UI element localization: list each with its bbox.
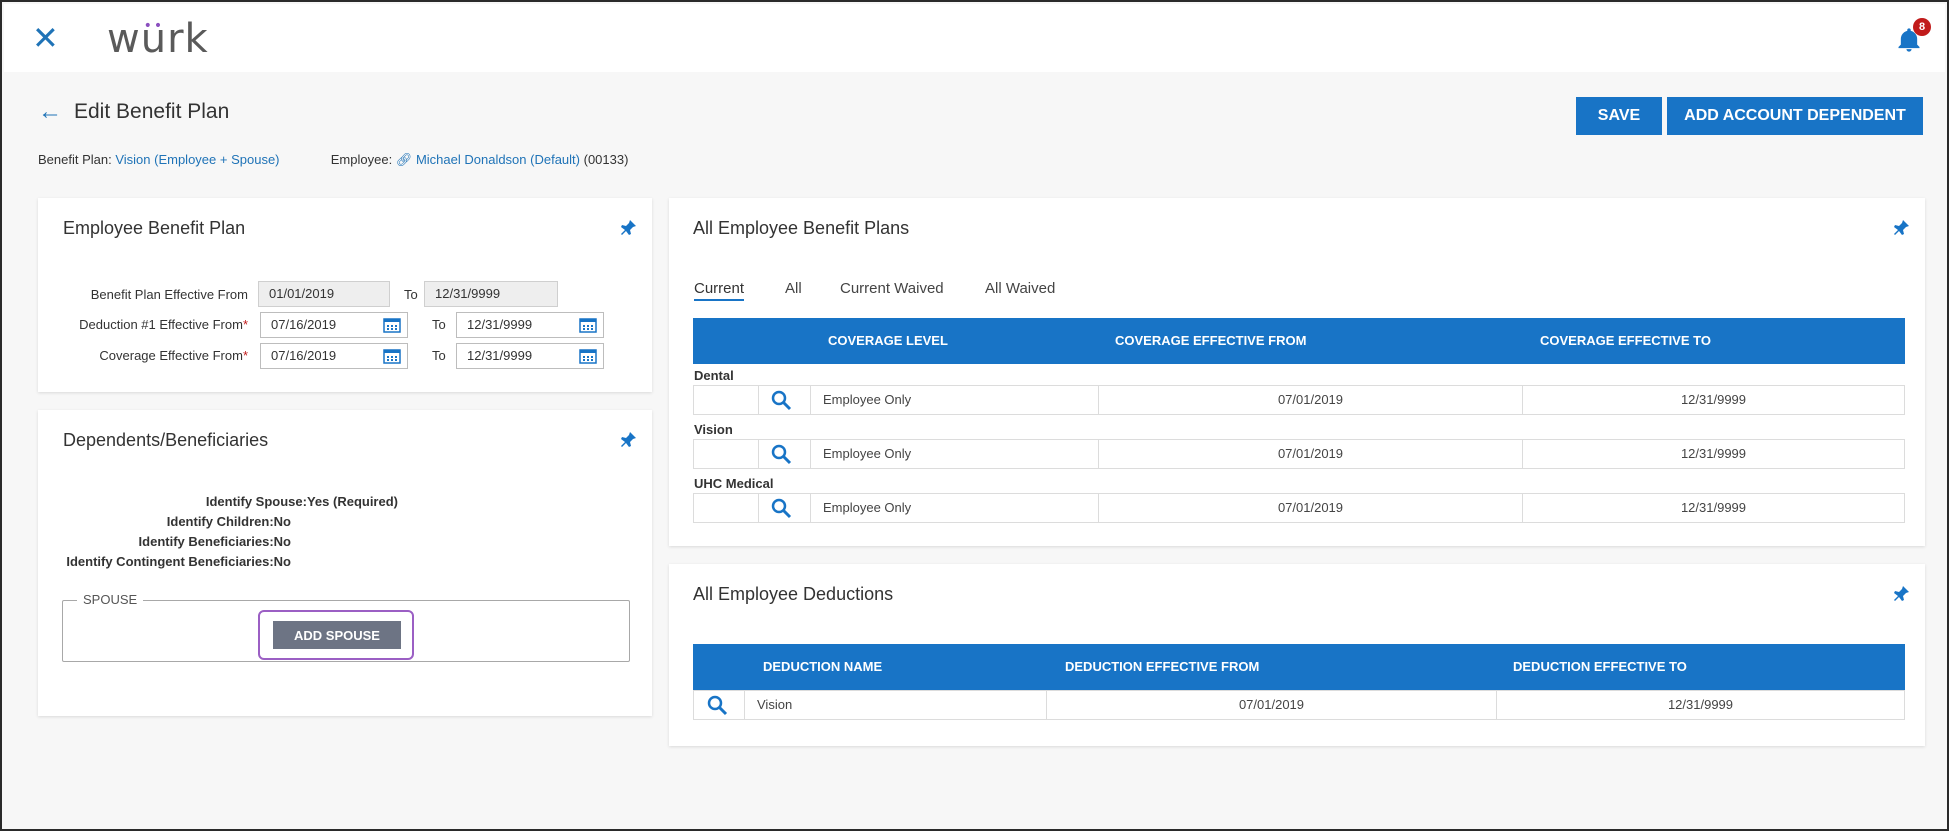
column-header[interactable]: DEDUCTION NAME <box>763 659 882 674</box>
page-title: Edit Benefit Plan <box>74 100 230 123</box>
coverage-effective-from-input[interactable]: 07/16/2019 <box>260 343 408 369</box>
collapse-pin-icon[interactable] <box>1891 218 1911 238</box>
identify-spouse-line: Identify Spouse:Yes (Required) <box>205 494 398 509</box>
coverage-effective-label: Coverage Effective From* <box>99 348 248 363</box>
spouse-fieldset: SPOUSE ADD SPOUSE <box>62 592 630 662</box>
card-title: All Employee Benefit Plans <box>693 218 910 238</box>
group-label-vision: Vision <box>694 422 733 437</box>
collapse-pin-icon[interactable] <box>1891 584 1911 604</box>
column-header[interactable]: COVERAGE LEVEL <box>828 333 948 348</box>
tab-all[interactable]: All <box>785 280 802 297</box>
coverage-effective-to-input[interactable]: 12/31/9999 <box>456 343 604 369</box>
to-label: To <box>404 287 418 302</box>
deduction-effective-from-input[interactable]: 07/16/2019 <box>260 312 408 338</box>
wurk-logo: wu •• rk <box>107 16 209 62</box>
calendar-icon[interactable] <box>579 317 597 333</box>
deduction-name-cell: Vision <box>744 691 1096 719</box>
link-icon: 🔗︎ <box>395 152 413 167</box>
cell-spacer <box>758 386 759 414</box>
identify-contingent-beneficiaries-line: Identify Contingent Beneficiaries:No <box>66 554 291 569</box>
deduction-to-cell: 12/31/9999 <box>1496 691 1904 719</box>
calendar-icon[interactable] <box>383 348 401 364</box>
benefit-plan-link[interactable]: Vision (Employee + Spouse) <box>115 152 279 167</box>
table-row: Employee Only 07/01/2019 12/31/9999 <box>693 439 1905 469</box>
tab-current-waived[interactable]: Current Waived <box>840 280 944 297</box>
add-account-dependent-button[interactable]: ADD ACCOUNT DEPENDENT <box>1667 97 1923 135</box>
coverage-level-cell: Employee Only <box>810 386 1098 414</box>
employee-benefit-plan-card: Employee Benefit Plan Benefit Plan Effec… <box>38 198 652 392</box>
cell-spacer <box>758 494 759 522</box>
add-spouse-button[interactable]: ADD SPOUSE <box>273 621 401 649</box>
column-header[interactable]: COVERAGE EFFECTIVE TO <box>1540 333 1711 348</box>
benefit-plan-effective-label: Benefit Plan Effective From <box>90 287 248 302</box>
table-row: Employee Only 07/01/2019 12/31/9999 <box>693 493 1905 523</box>
search-icon[interactable] <box>770 497 792 519</box>
employee-id: (00133) <box>583 152 629 167</box>
search-icon[interactable] <box>706 694 728 716</box>
card-title: Employee Benefit Plan <box>63 218 246 238</box>
column-header[interactable]: COVERAGE EFFECTIVE FROM <box>1115 333 1306 348</box>
coverage-to-cell: 12/31/9999 <box>1522 440 1904 468</box>
coverage-from-cell: 07/01/2019 <box>1098 386 1522 414</box>
identify-beneficiaries-line: Identify Beneficiaries:No <box>138 534 291 549</box>
notification-count-badge: 8 <box>1913 18 1931 36</box>
search-icon[interactable] <box>770 389 792 411</box>
notifications-bell[interactable]: 8 <box>1895 18 1931 54</box>
identify-children-line: Identify Children:No <box>166 514 291 529</box>
column-header[interactable]: DEDUCTION EFFECTIVE TO <box>1513 659 1687 674</box>
cell-spacer <box>758 440 759 468</box>
calendar-icon[interactable] <box>579 348 597 364</box>
to-label: To <box>432 317 446 332</box>
coverage-to-cell: 12/31/9999 <box>1522 494 1904 522</box>
dependents-beneficiaries-card: Dependents/Beneficiaries Identify Spouse… <box>38 410 652 716</box>
coverage-from-cell: 07/01/2019 <box>1098 440 1522 468</box>
employee-label: Employee: <box>330 152 393 167</box>
benefit-plan-effective-to-field: 12/31/9999 <box>424 281 558 307</box>
all-employee-deductions-card: All Employee Deductions DEDUCTION NAME D… <box>669 564 1925 746</box>
tab-current[interactable]: Current <box>694 280 745 301</box>
top-bar: ✕ wu •• rk 8 <box>4 4 1945 72</box>
calendar-icon[interactable] <box>383 317 401 333</box>
coverage-to-cell: 12/31/9999 <box>1522 386 1904 414</box>
table-row: Employee Only 07/01/2019 12/31/9999 <box>693 385 1905 415</box>
deductions-table-header: DEDUCTION NAME DEDUCTION EFFECTIVE FROM … <box>693 644 1905 690</box>
benefit-plan-label: Benefit Plan: <box>38 152 112 167</box>
coverage-level-cell: Employee Only <box>810 440 1098 468</box>
tab-all-waived[interactable]: All Waived <box>985 280 1055 297</box>
column-header[interactable]: DEDUCTION EFFECTIVE FROM <box>1065 659 1259 674</box>
spouse-legend: SPOUSE <box>77 592 144 607</box>
to-label: To <box>432 348 446 363</box>
save-button[interactable]: SAVE <box>1576 97 1662 135</box>
table-row: Vision 07/01/2019 12/31/9999 <box>693 690 1905 720</box>
group-label-uhc-medical: UHC Medical <box>694 476 774 491</box>
deduction-effective-label: Deduction #1 Effective From* <box>79 317 248 332</box>
app-frame: ✕ wu •• rk 8 ← Edit Benefit Plan SAVE ADD … <box>0 0 1949 831</box>
deduction-effective-to-input[interactable]: 12/31/9999 <box>456 312 604 338</box>
card-title: All Employee Deductions <box>693 584 894 604</box>
group-label-dental: Dental <box>694 368 734 383</box>
employee-link[interactable]: Michael Donaldson (Default) <box>416 152 580 167</box>
coverage-level-cell: Employee Only <box>810 494 1098 522</box>
collapse-pin-icon[interactable] <box>618 430 638 450</box>
benefit-plan-effective-from-field: 01/01/2019 <box>258 281 390 307</box>
all-employee-benefit-plans-card: All Employee Benefit Plans Current All C… <box>669 198 1925 546</box>
collapse-pin-icon[interactable] <box>618 218 638 238</box>
coverage-from-cell: 07/01/2019 <box>1098 494 1522 522</box>
coverage-table-header: COVERAGE LEVEL COVERAGE EFFECTIVE FROM C… <box>693 318 1905 364</box>
search-icon[interactable] <box>770 443 792 465</box>
benefit-meta-row: Benefit Plan: Vision (Employee + Spouse)… <box>38 152 628 168</box>
card-title: Dependents/Beneficiaries <box>63 430 269 450</box>
deduction-from-cell: 07/01/2019 <box>1046 691 1496 719</box>
back-arrow-icon[interactable]: ← <box>38 98 62 126</box>
close-icon[interactable]: ✕ <box>32 22 59 54</box>
